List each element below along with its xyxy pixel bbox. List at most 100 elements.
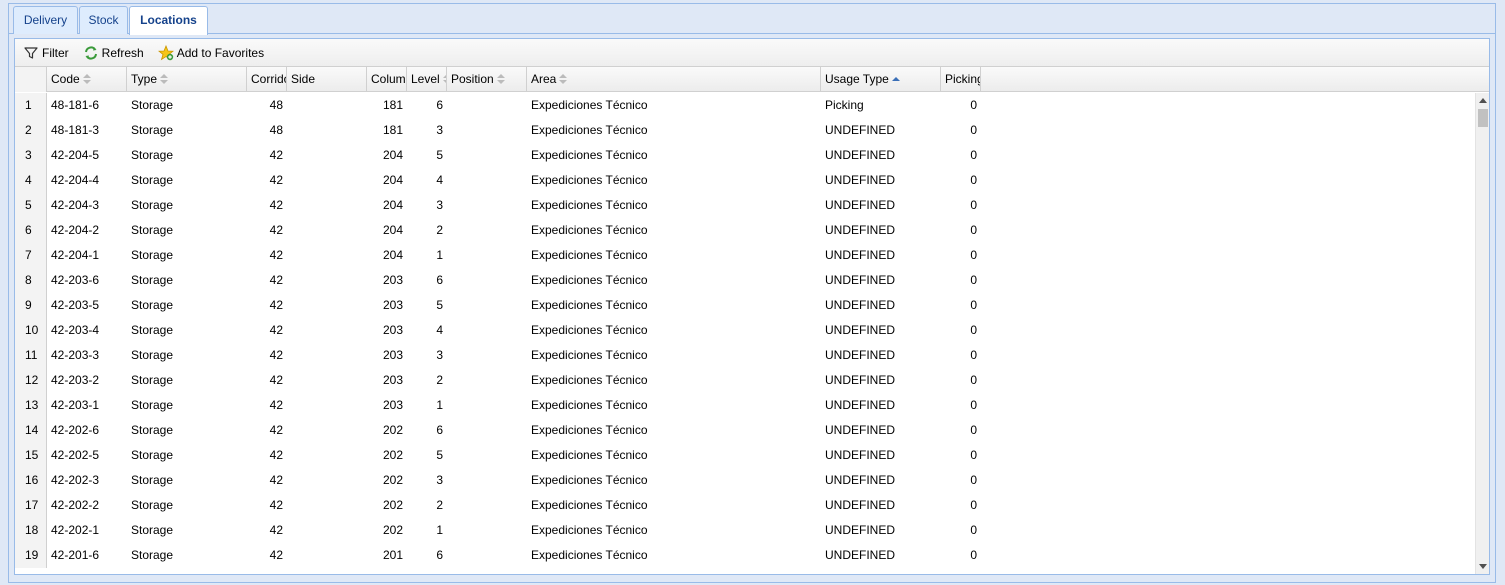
header-position[interactable]: Position (447, 67, 527, 92)
cell-usage-type: UNDEFINED (825, 123, 896, 137)
vertical-scrollbar[interactable] (1475, 93, 1489, 574)
cell-picking: 0 (970, 348, 977, 362)
cell-code: 48-181-6 (51, 98, 100, 112)
cell-level: 2 (436, 498, 443, 512)
table-row[interactable]: 4 42-204-4 Storage 42 204 4 Expediciones Técni… (15, 168, 1475, 193)
header-level[interactable]: Level (407, 67, 447, 92)
table-row[interactable]: 10 42-203-4 Storage 42 203 4 Expediciones Técn… (15, 318, 1475, 343)
cell-level: 3 (436, 198, 443, 212)
table-row[interactable]: 19 42-201-6 Storage 42 201 6 Expediciones Técn… (15, 543, 1475, 568)
sort-icon (160, 73, 169, 84)
cell-area: Expediciones Técnico (531, 273, 648, 287)
tab-delivery[interactable]: Delivery (13, 6, 78, 34)
row-number: 11 (15, 343, 47, 368)
table-row[interactable]: 6 42-204-2 Storage 42 204 2 Expediciones Técni… (15, 218, 1475, 243)
cell-corridor: 42 (269, 398, 283, 412)
cell-code: 42-202-2 (51, 498, 100, 512)
table-row[interactable]: 5 42-204-3 Storage 42 204 3 Expediciones Técni… (15, 193, 1475, 218)
header-type[interactable]: Type (127, 67, 247, 92)
cell-usage-type: UNDEFINED (825, 448, 896, 462)
header-code[interactable]: Code (47, 67, 127, 92)
cell-position (447, 168, 527, 193)
cell-code: 42-203-3 (51, 348, 100, 362)
cell-code: 42-202-5 (51, 448, 100, 462)
header-usage-type[interactable]: Usage Type (821, 67, 941, 92)
cell-code: 42-204-2 (51, 223, 100, 237)
tab-locations[interactable]: Locations (129, 6, 208, 35)
cell-side (287, 168, 367, 193)
table-row[interactable]: 11 42-203-3 Storage 42 203 3 Expediciones Técn… (15, 343, 1475, 368)
cell-level: 1 (436, 523, 443, 537)
table-row[interactable]: 2 48-181-3 Storage 48 181 3 Expediciones Técni… (15, 118, 1475, 143)
refresh-icon (84, 45, 97, 60)
cell-column: 202 (382, 498, 403, 512)
cell-column: 203 (382, 398, 403, 412)
cell-corridor: 42 (269, 248, 283, 262)
cell-side (287, 93, 367, 118)
table-row[interactable]: 3 42-204-5 Storage 42 204 5 Expediciones Técni… (15, 143, 1475, 168)
cell-type: Storage (131, 498, 174, 512)
header-area[interactable]: Area (527, 67, 821, 92)
cell-usage-type: UNDEFINED (825, 498, 896, 512)
cell-picking: 0 (970, 373, 977, 387)
cell-level: 1 (436, 398, 443, 412)
cell-level: 5 (436, 448, 443, 462)
cell-corridor: 48 (269, 123, 283, 137)
header-corridor[interactable]: Corrido (247, 67, 287, 92)
cell-level: 2 (436, 223, 443, 237)
cell-corridor: 42 (269, 373, 283, 387)
table-row[interactable]: 14 42-202-6 Storage 42 202 6 Expediciones Técn… (15, 418, 1475, 443)
table-row[interactable]: 16 42-202-3 Storage 42 202 3 Expediciones Técn… (15, 468, 1475, 493)
cell-area: Expediciones Técnico (531, 523, 648, 537)
table-row[interactable]: 18 42-202-1 Storage 42 202 1 Expediciones Técn… (15, 518, 1475, 543)
cell-code: 42-204-3 (51, 198, 100, 212)
tab-stock[interactable]: Stock (79, 6, 128, 34)
table-row[interactable]: 15 42-202-5 Storage 42 202 5 Expediciones Técn… (15, 443, 1475, 468)
cell-position (447, 243, 527, 268)
cell-usage-type: UNDEFINED (825, 323, 896, 337)
header-side[interactable]: Side (287, 67, 367, 92)
cell-corridor: 42 (269, 198, 283, 212)
cell-corridor: 42 (269, 423, 283, 437)
table-row[interactable]: 12 42-203-2 Storage 42 203 2 Expediciones Técn… (15, 368, 1475, 393)
cell-picking: 0 (970, 548, 977, 562)
cell-side (287, 318, 367, 343)
refresh-button[interactable]: Refresh (81, 42, 146, 64)
cell-area: Expediciones Técnico (531, 148, 648, 162)
cell-usage-type: UNDEFINED (825, 298, 896, 312)
cell-column: 204 (382, 248, 403, 262)
cell-side (287, 193, 367, 218)
cell-side (287, 368, 367, 393)
cell-level: 6 (436, 423, 443, 437)
table-row[interactable]: 8 42-203-6 Storage 42 203 6 Expediciones Técni… (15, 268, 1475, 293)
cell-type: Storage (131, 223, 174, 237)
cell-type: Storage (131, 198, 174, 212)
cell-side (287, 393, 367, 418)
cell-side (287, 343, 367, 368)
add-to-favorites-button[interactable]: Add to Favorites (156, 42, 266, 64)
header-picking[interactable]: Picking (941, 67, 981, 92)
cell-level: 6 (436, 548, 443, 562)
filter-button[interactable]: Filter (21, 42, 71, 64)
table-row[interactable]: 9 42-203-5 Storage 42 203 5 Expediciones Técni… (15, 293, 1475, 318)
cell-picking: 0 (970, 198, 977, 212)
cell-position (447, 93, 527, 118)
cell-position (447, 418, 527, 443)
cell-level: 3 (436, 348, 443, 362)
tab-panel-container: Delivery Stock Locations Filter Refresh (8, 3, 1496, 583)
cell-area: Expediciones Técnico (531, 123, 648, 137)
cell-picking: 0 (970, 498, 977, 512)
scroll-up-icon[interactable] (1479, 98, 1487, 103)
cell-corridor: 42 (269, 298, 283, 312)
cell-type: Storage (131, 98, 174, 112)
cell-corridor: 42 (269, 273, 283, 287)
table-row[interactable]: 1 48-181-6 Storage 48 181 6 Expediciones Técni… (15, 93, 1475, 118)
scrollbar-thumb[interactable] (1478, 109, 1488, 127)
table-row[interactable]: 17 42-202-2 Storage 42 202 2 Expediciones Técn… (15, 493, 1475, 518)
header-column[interactable]: Colum (367, 67, 407, 92)
table-row[interactable]: 7 42-204-1 Storage 42 204 1 Expediciones Técni… (15, 243, 1475, 268)
scroll-down-icon[interactable] (1479, 564, 1487, 569)
cell-column: 204 (382, 173, 403, 187)
row-number: 7 (15, 243, 47, 268)
table-row[interactable]: 13 42-203-1 Storage 42 203 1 Expediciones Técn… (15, 393, 1475, 418)
